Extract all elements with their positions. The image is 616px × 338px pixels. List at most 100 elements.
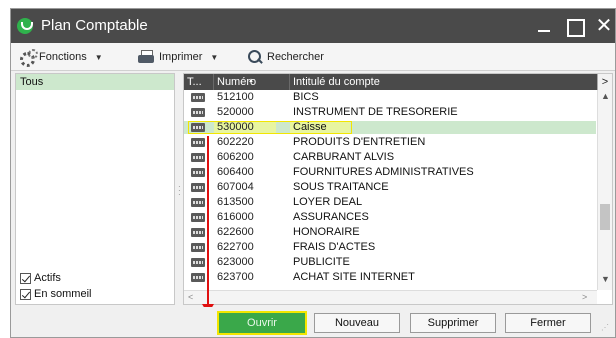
account-number-cell: 602220 — [217, 136, 254, 148]
fonctions-menu-button[interactable]: Fonctions ▼ — [19, 48, 103, 67]
table-row[interactable]: 623700 ACHAT SITE INTERNET — [184, 271, 596, 284]
scroll-left-icon[interactable]: < — [188, 292, 193, 302]
maximize-button[interactable] — [561, 13, 587, 39]
table-row[interactable]: 606200 CARBURANT ALVIS — [184, 151, 596, 164]
account-number-cell: 512100 — [217, 91, 254, 103]
ouvrir-button[interactable]: Ouvrir — [217, 311, 307, 335]
rechercher-label: Rechercher — [267, 51, 324, 63]
account-label-cell: LOYER DEAL — [293, 196, 363, 208]
annotation-arrow — [202, 136, 214, 314]
fonctions-label: Fonctions — [39, 51, 87, 63]
button-bar: Ouvrir Nouveau Supprimer Fermer ⋰ — [11, 307, 615, 337]
account-type-icon — [191, 213, 205, 222]
title-bar[interactable]: Plan Comptable ✕ — [11, 9, 615, 43]
scrollbar-thumb[interactable] — [600, 204, 610, 230]
accounts-grid: T... ▲ Numéro Intitulé du compte > 51210… — [183, 73, 613, 305]
account-label-cell: CARBURANT ALVIS — [293, 151, 395, 163]
search-icon — [247, 49, 263, 65]
supprimer-button[interactable]: Supprimer — [410, 313, 496, 333]
sort-ascending-icon: ▲ — [248, 78, 254, 84]
table-row[interactable]: 613500 LOYER DEAL — [184, 196, 596, 209]
account-number-cell: 616000 — [217, 211, 254, 223]
app-logo-icon — [17, 18, 33, 34]
account-type-icon — [191, 153, 205, 162]
resize-grip-icon[interactable]: ⋰ — [601, 323, 609, 332]
actifs-label: Actifs — [34, 272, 61, 284]
account-label-cell: PUBLICITE — [293, 256, 350, 268]
nouveau-button[interactable]: Nouveau — [314, 313, 400, 333]
account-label-cell: INSTRUMENT DE TRESORERIE — [293, 106, 458, 118]
table-row[interactable]: 520000 INSTRUMENT DE TRESORERIE — [184, 106, 596, 119]
close-button[interactable]: ✕ — [591, 13, 616, 39]
vertical-scrollbar[interactable]: ▲ ▼ — [597, 90, 612, 290]
account-type-icon — [191, 228, 205, 237]
account-number-cell: 623700 — [217, 271, 254, 283]
table-row[interactable]: 607004 SOUS TRAITANCE — [184, 181, 596, 194]
account-label-cell: FRAIS D'ACTES — [293, 241, 376, 253]
imprimer-label: Imprimer — [159, 51, 203, 63]
account-label-cell: Caisse — [290, 121, 350, 134]
account-label-cell: ACHAT SITE INTERNET — [293, 271, 415, 283]
account-type-icon — [191, 183, 205, 192]
account-label-cell: PRODUITS D'ENTRETIEN — [293, 136, 426, 148]
table-row[interactable]: 512100 BICS — [184, 91, 596, 104]
en-sommeil-checkbox[interactable] — [20, 288, 31, 300]
table-row[interactable]: 606400 FOURNITURES ADMINISTRATIVES — [184, 166, 596, 179]
gear-icon — [19, 49, 38, 67]
actifs-checkbox[interactable] — [20, 272, 31, 284]
en-sommeil-checkbox-row[interactable]: En sommeil — [20, 288, 91, 300]
window-title: Plan Comptable — [41, 17, 148, 34]
account-type-icon — [191, 93, 205, 102]
plan-comptable-window: Plan Comptable ✕ Fonctions ▼ Imprimer ▼ … — [10, 8, 616, 338]
account-type-icon — [191, 198, 205, 207]
account-type-icon — [191, 108, 205, 117]
account-type-icon — [191, 168, 205, 177]
account-number-cell: 520000 — [217, 106, 254, 118]
splitter-grip-icon: · · · — [178, 182, 181, 199]
account-label-cell: SOUS TRAITANCE — [293, 181, 389, 193]
account-number-cell: 606200 — [217, 151, 254, 163]
account-label-cell: HONORAIRE — [293, 226, 360, 238]
account-label-cell: BICS — [293, 91, 319, 103]
toolbar: Fonctions ▼ Imprimer ▼ Rechercher — [11, 43, 615, 71]
caret-down-icon: ▼ — [94, 52, 103, 62]
horizontal-scrollbar[interactable]: < > — [184, 290, 597, 304]
account-number-cell: 606400 — [217, 166, 254, 178]
grid-header: T... ▲ Numéro Intitulé du compte > — [184, 74, 612, 90]
table-row[interactable]: 616000 ASSURANCES — [184, 211, 596, 224]
column-header-type[interactable]: T... — [184, 74, 214, 90]
printer-icon — [137, 49, 155, 65]
table-row[interactable]: 530000 Caisse — [184, 121, 596, 134]
account-number-cell: 530000 — [214, 121, 276, 134]
column-header-intitule[interactable]: Intitulé du compte — [290, 74, 596, 90]
account-number-cell: 613500 — [217, 196, 254, 208]
account-type-icon — [191, 273, 205, 282]
fermer-button[interactable]: Fermer — [505, 313, 591, 333]
account-type-icon — [191, 138, 205, 147]
en-sommeil-label: En sommeil — [34, 288, 92, 300]
scroll-up-icon[interactable]: ▲ — [601, 91, 610, 101]
account-number-cell: 622600 — [217, 226, 254, 238]
imprimer-menu-button[interactable]: Imprimer ▼ — [137, 48, 218, 66]
account-number-cell: 623000 — [217, 256, 254, 268]
actifs-checkbox-row[interactable]: Actifs — [20, 272, 61, 284]
caret-down-icon: ▼ — [210, 52, 219, 62]
rechercher-button[interactable]: Rechercher — [247, 48, 324, 66]
table-row[interactable]: 622600 HONORAIRE — [184, 226, 596, 239]
filter-item-tous[interactable]: Tous — [16, 74, 174, 90]
account-type-icon — [191, 243, 205, 252]
account-type-icon — [191, 258, 205, 267]
account-type-icon — [191, 123, 205, 132]
table-row[interactable]: 602220 PRODUITS D'ENTRETIEN — [184, 136, 596, 149]
scroll-down-icon[interactable]: ▼ — [601, 274, 610, 284]
account-label-cell: FOURNITURES ADMINISTRATIVES — [293, 166, 474, 178]
scroll-right-icon[interactable]: > — [582, 292, 587, 302]
account-number-cell: 622700 — [217, 241, 254, 253]
column-header-numero[interactable]: ▲ Numéro — [214, 74, 290, 90]
filter-panel: Tous Actifs En sommeil — [15, 73, 175, 305]
table-row[interactable]: 622700 FRAIS D'ACTES — [184, 241, 596, 254]
table-row[interactable]: 623000 PUBLICITE — [184, 256, 596, 269]
more-columns-button[interactable]: > — [597, 74, 612, 90]
minimize-button[interactable] — [531, 13, 557, 39]
account-number-cell: 607004 — [217, 181, 254, 193]
